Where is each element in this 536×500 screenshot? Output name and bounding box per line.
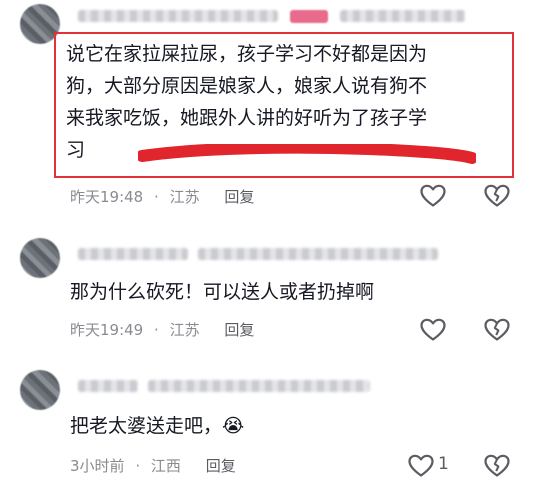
avatar[interactable] [20, 238, 60, 278]
separator: · [135, 457, 141, 475]
comment-text-line: 狗，大部分原因是娘家人，娘家人说有狗不 [66, 75, 428, 97]
separator: · [154, 188, 159, 206]
comment-text: 那为什么砍死！可以送人或者扔掉啊 [70, 281, 375, 303]
comment-text: 把老太婆送走吧，😭 [70, 415, 245, 437]
broken-heart-icon[interactable] [484, 184, 510, 208]
like-count: 1 [438, 454, 449, 474]
comment-meta: 昨天19:48 · 江苏 回复 [70, 186, 260, 207]
username-redacted[interactable] [78, 380, 138, 392]
reply-button[interactable]: 回复 [206, 457, 236, 475]
comment-item: 说它在家拉屎拉尿，孩子学习不好都是因为 狗，大部分原因是娘家人，娘家人说有狗不 … [0, 0, 536, 215]
comment-item: 那为什么砍死！可以送人或者扔掉啊 昨天19:49 · 江苏 回复 [0, 230, 536, 355]
heart-outline-icon[interactable] [420, 184, 446, 208]
comment-text-line: 习 [66, 139, 86, 161]
comment-meta: 昨天19:49 · 江苏 回复 [70, 319, 260, 340]
comment-item: 把老太婆送走吧，😭 3小时前 · 江西 回复 1 [0, 360, 536, 500]
separator: · [154, 321, 159, 339]
user-info-redacted [198, 248, 438, 260]
comment-time: 昨天19:48 [70, 188, 144, 206]
comment-time: 昨天19:49 [70, 321, 144, 339]
comment-meta: 3小时前 · 江西 回复 [70, 455, 242, 476]
comment-location: 江西 [150, 457, 181, 475]
comment-text-line: 来我家吃饭，她跟外人讲的好听为了孩子学 [66, 107, 428, 129]
heart-outline-icon[interactable] [408, 454, 434, 478]
avatar[interactable] [20, 370, 60, 410]
user-info-redacted [340, 10, 465, 22]
heart-outline-icon[interactable] [420, 318, 446, 342]
comment-time: 3小时前 [70, 457, 125, 475]
username-redacted[interactable] [78, 248, 188, 260]
author-tag-redacted [290, 10, 328, 23]
reply-button[interactable]: 回复 [224, 321, 254, 339]
username-redacted[interactable] [78, 10, 278, 22]
broken-heart-icon[interactable] [484, 454, 510, 478]
reply-button[interactable]: 回复 [224, 188, 254, 206]
red-underline-stroke [138, 144, 476, 164]
comment-location: 江苏 [169, 188, 200, 206]
user-info-redacted [148, 380, 370, 392]
broken-heart-icon[interactable] [484, 318, 510, 342]
comment-text-line: 说它在家拉屎拉尿，孩子学习不好都是因为 [66, 43, 428, 65]
comment-location: 江苏 [169, 321, 200, 339]
